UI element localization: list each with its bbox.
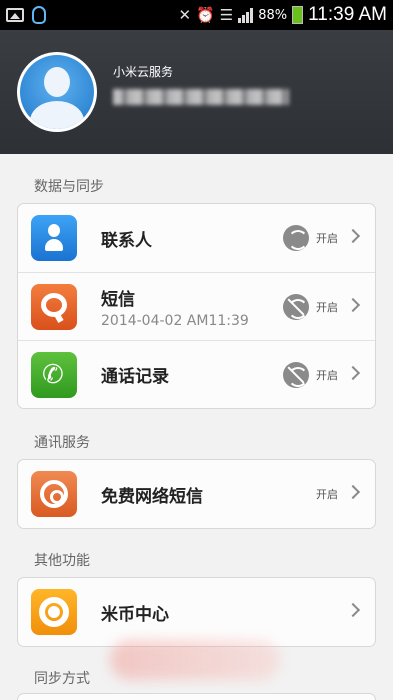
item-title: 通话记录: [101, 367, 169, 387]
section-title-comm-service: 通讯服务: [34, 435, 90, 451]
status-label: 开启: [316, 232, 338, 245]
battery-icon: [292, 6, 304, 24]
alarm-icon: ⏰: [196, 5, 215, 24]
chevron-right-icon: [345, 602, 361, 618]
sms-icon: [31, 283, 77, 330]
service-name: 小米云服务: [113, 65, 174, 79]
status-label: 开启: [316, 369, 338, 382]
item-title: 免费网络短信: [101, 486, 203, 507]
net-sms-icon: [31, 471, 77, 517]
watermark: [110, 640, 280, 680]
battery-percent: 88%: [258, 7, 288, 23]
avatar[interactable]: [17, 52, 97, 132]
list-item-net-sms[interactable]: 免费网络短信 开启: [18, 460, 375, 528]
data-sync-card: 联系人 开启 短信 2014-04-02 AM11:39 开启 ✆ 通话记录 开…: [17, 203, 376, 409]
item-title: 联系人: [101, 230, 152, 251]
list-item-mi-coin[interactable]: 米币中心: [18, 578, 375, 646]
chevron-right-icon: [345, 484, 361, 500]
qq-icon: [32, 6, 46, 24]
comm-service-card: 免费网络短信 开启: [17, 459, 376, 529]
sync-off-icon: [283, 294, 309, 320]
other-card: 米币中心: [17, 577, 376, 647]
account-header[interactable]: 小米云服务: [0, 30, 393, 154]
chevron-right-icon: [345, 365, 361, 381]
mute-icon: ✕: [178, 5, 192, 24]
section-title-sync-mode: 同步方式: [34, 671, 90, 687]
section-title-other: 其他功能: [34, 553, 90, 569]
status-label: 开启: [316, 301, 338, 314]
item-title: 短信: [101, 289, 135, 310]
sync-icon: [283, 225, 309, 251]
user-silhouette-icon: [20, 55, 94, 129]
item-subtitle: 2014-04-02 AM11:39: [101, 312, 249, 329]
sync-mode-card: [17, 693, 376, 700]
list-item-sms[interactable]: 短信 2014-04-02 AM11:39 开启: [18, 272, 375, 340]
sync-off-icon: [283, 362, 309, 388]
item-title: 米币中心: [101, 604, 169, 625]
picture-icon: [6, 8, 24, 22]
mi-coin-icon: [31, 589, 77, 635]
chevron-right-icon: [345, 228, 361, 244]
wifi-icon: ☰: [219, 5, 234, 24]
clock: 11:39 AM: [308, 4, 387, 25]
list-item-contacts[interactable]: 联系人 开启: [18, 204, 375, 272]
status-label: 开启: [316, 488, 338, 501]
section-title-data-sync: 数据与同步: [34, 179, 104, 195]
status-bar: ✕ ⏰ ☰ 88% 11:39 AM: [0, 0, 393, 30]
contacts-icon: [31, 215, 77, 261]
account-id-blurred: [113, 86, 289, 108]
phone-icon: ✆: [31, 351, 77, 398]
chevron-right-icon: [345, 297, 361, 313]
list-item-call-log[interactable]: ✆ 通话记录 开启: [18, 340, 375, 408]
signal-icon: [238, 7, 254, 23]
